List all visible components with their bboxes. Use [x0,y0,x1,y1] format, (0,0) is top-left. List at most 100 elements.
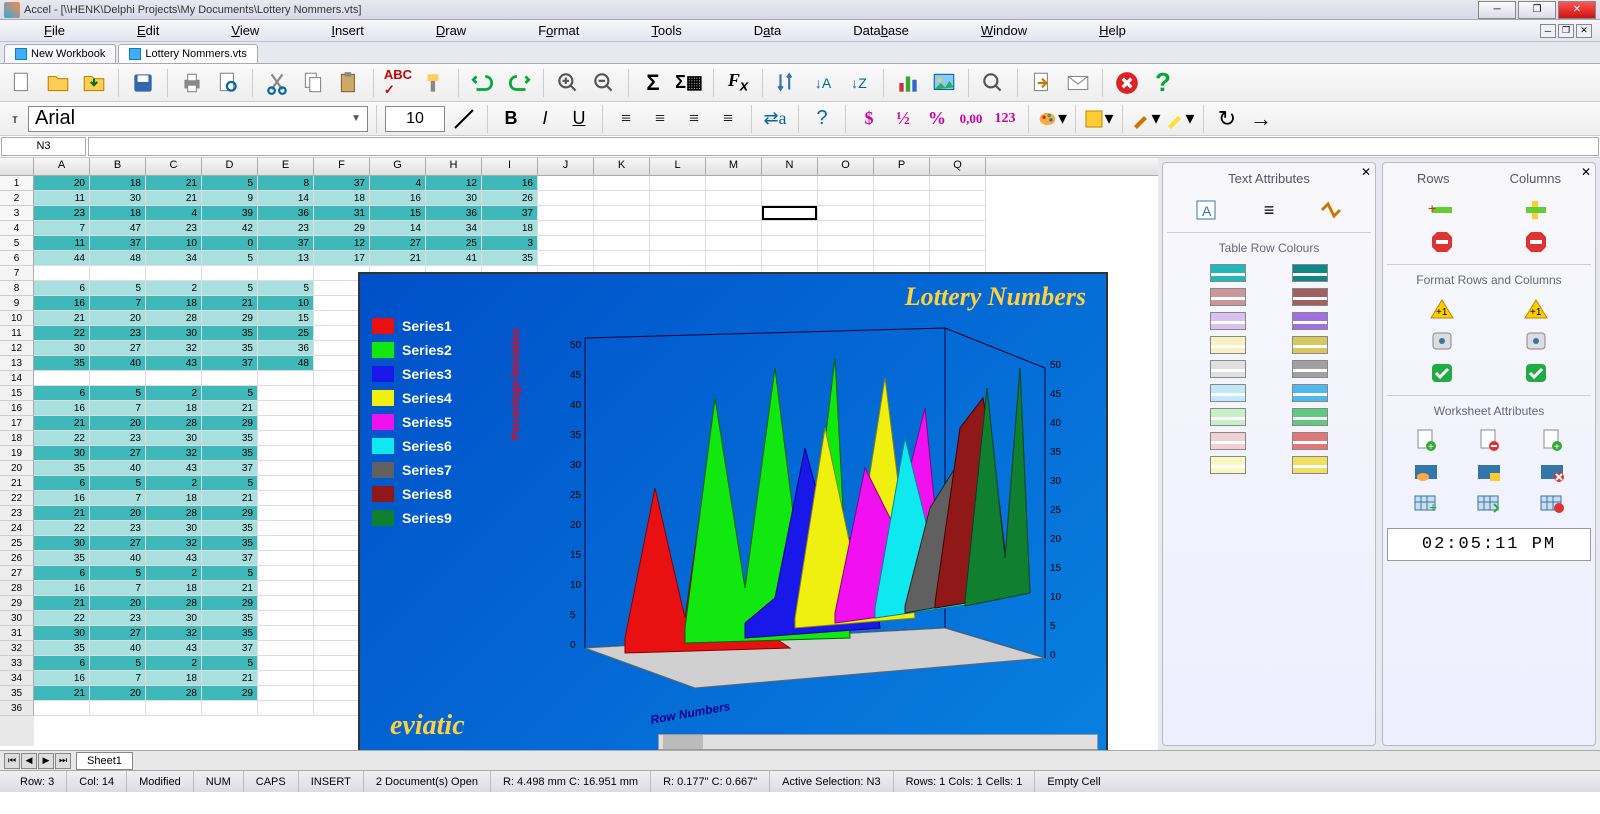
cell[interactable] [258,611,314,626]
row-header[interactable]: 9 [0,296,34,311]
cell[interactable]: 28 [146,506,202,521]
horizontal-scrollbar[interactable] [658,734,1098,750]
color-swatch[interactable] [1210,432,1246,450]
cell[interactable] [762,206,818,221]
cell[interactable] [202,266,258,281]
row-header[interactable]: 2 [0,191,34,206]
menu-file[interactable]: File [36,21,73,40]
cell[interactable]: 15 [370,206,426,221]
cell[interactable]: 37 [202,356,258,371]
cell[interactable]: 17 [314,251,370,266]
refresh-button[interactable]: ↻ [1212,105,1242,133]
cell[interactable]: 5 [202,476,258,491]
cell[interactable]: 6 [34,281,90,296]
percent-button[interactable]: % [922,105,952,133]
cell[interactable]: 5 [202,386,258,401]
italic-button[interactable]: I [530,105,560,133]
cell[interactable]: 4 [146,206,202,221]
cell[interactable]: 30 [34,626,90,641]
row-header[interactable]: 5 [0,236,34,251]
col-header-L[interactable]: L [650,158,706,175]
cell[interactable]: 48 [258,356,314,371]
cell[interactable] [258,656,314,671]
cell[interactable] [650,176,706,191]
menu-draw[interactable]: Draw [428,21,474,40]
cell[interactable]: 25 [426,236,482,251]
row-header[interactable]: 20 [0,461,34,476]
cell[interactable]: 36 [258,341,314,356]
cell[interactable] [650,206,706,221]
cell[interactable] [258,596,314,611]
cell[interactable] [258,551,314,566]
help-button[interactable]: ? [1147,67,1179,99]
cell[interactable]: 20 [34,176,90,191]
cell[interactable] [706,176,762,191]
row-header[interactable]: 4 [0,221,34,236]
cell[interactable]: 44 [34,251,90,266]
col-header-H[interactable]: H [426,158,482,175]
cell[interactable]: 22 [34,431,90,446]
cell[interactable] [146,701,202,716]
cell[interactable] [538,236,594,251]
row-header[interactable]: 8 [0,281,34,296]
menu-insert[interactable]: Insert [323,21,372,40]
cell[interactable] [930,221,986,236]
row-header[interactable]: 19 [0,446,34,461]
cell[interactable]: 0 [202,236,258,251]
cell[interactable] [818,191,874,206]
cell[interactable]: 5 [90,386,146,401]
cell[interactable]: 43 [146,551,202,566]
col-header-B[interactable]: B [90,158,146,175]
cell[interactable]: 35 [34,641,90,656]
paste-button[interactable] [333,67,365,99]
cell[interactable]: 5 [202,281,258,296]
save-button[interactable] [127,67,159,99]
cell[interactable]: 30 [146,431,202,446]
cell[interactable]: 23 [258,221,314,236]
export-button[interactable] [1026,67,1058,99]
col-header-G[interactable]: G [370,158,426,175]
cell[interactable] [146,266,202,281]
select-all-corner[interactable] [0,158,34,175]
cell[interactable]: 6 [34,566,90,581]
cell[interactable]: 18 [146,581,202,596]
copy-button[interactable] [297,67,329,99]
menu-edit[interactable]: Edit [129,21,167,40]
cell[interactable] [90,371,146,386]
color-swatch[interactable] [1292,312,1328,330]
tab-lottery-nommers[interactable]: Lottery Nommers.vts [118,44,257,63]
cell[interactable]: 4 [370,176,426,191]
cell[interactable]: 18 [146,671,202,686]
row-header[interactable]: 12 [0,341,34,356]
mdi-minimize[interactable]: ─ [1540,24,1556,38]
cell[interactable]: 27 [90,626,146,641]
row-header[interactable]: 1 [0,176,34,191]
cell[interactable] [258,566,314,581]
align-left-button[interactable]: ≡ [611,105,641,133]
cell[interactable]: 12 [314,236,370,251]
row-header[interactable]: 3 [0,206,34,221]
cell[interactable] [594,251,650,266]
next-sheet-button[interactable]: ▶ [38,753,54,769]
cell[interactable]: 21 [202,671,258,686]
cell[interactable]: 40 [90,551,146,566]
font-name-combo[interactable]: Arial▼ [28,106,368,132]
cell[interactable]: 30 [426,191,482,206]
cell[interactable]: 2 [146,386,202,401]
cell[interactable]: 6 [34,386,90,401]
print-preview-button[interactable] [212,67,244,99]
row-header[interactable]: 35 [0,686,34,701]
cell[interactable] [930,176,986,191]
cell[interactable]: 21 [202,296,258,311]
cell[interactable] [258,401,314,416]
cell[interactable]: 28 [146,686,202,701]
cell[interactable]: 30 [146,521,202,536]
cell[interactable]: 16 [34,401,90,416]
font-size-combo[interactable]: 10 [385,106,445,132]
col-header-J[interactable]: J [538,158,594,175]
cell[interactable] [874,191,930,206]
cell[interactable]: 16 [34,671,90,686]
cell[interactable] [762,236,818,251]
cell[interactable] [818,221,874,236]
mdi-restore[interactable]: ❐ [1558,24,1574,38]
